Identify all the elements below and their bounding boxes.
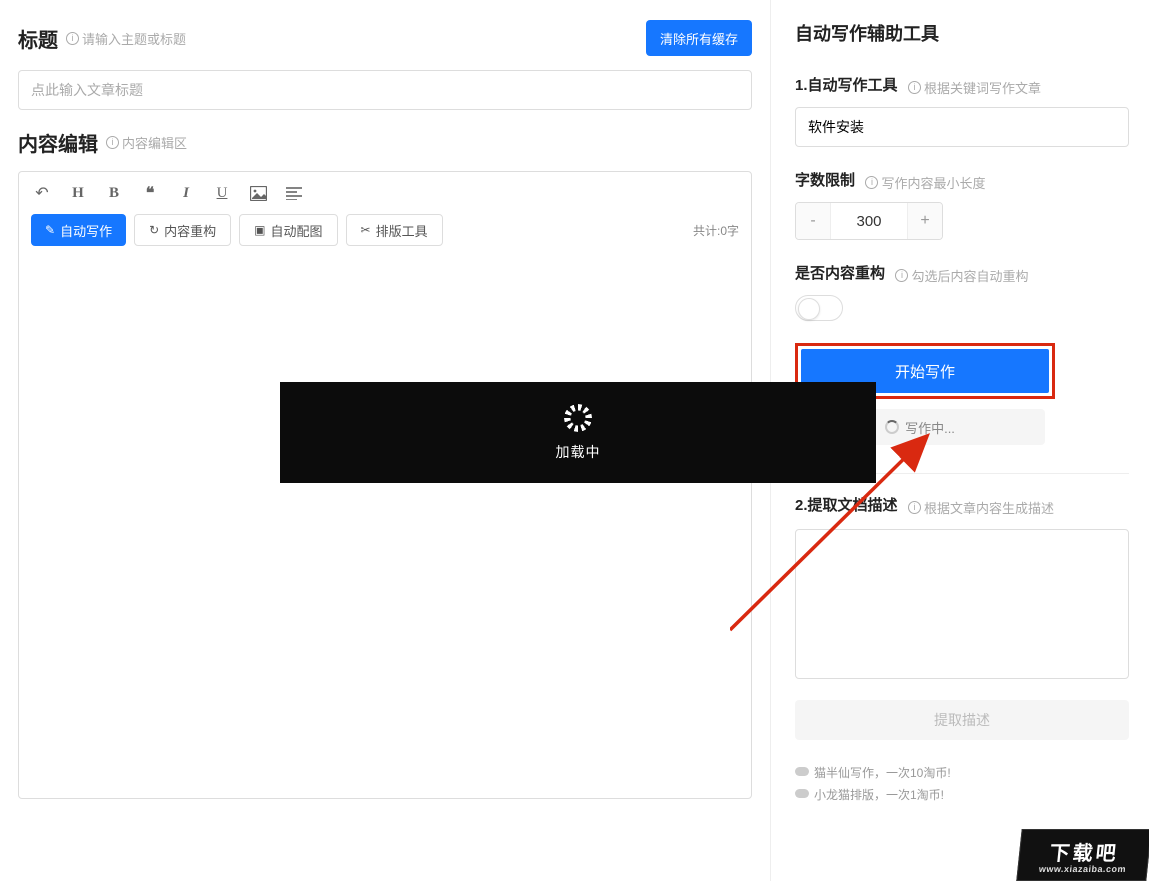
tool-icon: ✂ — [361, 223, 371, 237]
tool2-hint: i根据文章内容生成描述 — [908, 498, 1054, 517]
loading-modal: 加载中 — [280, 382, 876, 483]
content-label: 内容编辑 — [18, 128, 98, 157]
content-hint: i内容编辑区 — [106, 133, 187, 152]
auto-write-button[interactable]: ✎自动写作 — [31, 214, 126, 246]
auto-image-button[interactable]: ▣自动配图 — [239, 214, 337, 246]
rewrite-label: 是否内容重构 — [795, 265, 885, 282]
image-icon[interactable] — [247, 182, 269, 204]
stepper-minus-button[interactable]: - — [796, 203, 830, 239]
underline-icon[interactable]: U — [211, 182, 233, 204]
info-icon: i — [908, 501, 921, 514]
editor: ↶ H B ❝ I U ✎自动写作 ↻内容重构 — [18, 171, 752, 799]
layout-tool-button[interactable]: ✂排版工具 — [346, 214, 443, 246]
rewrite-hint: i勾选后内容自动重构 — [895, 266, 1028, 285]
spinner-icon — [885, 420, 899, 434]
wordlimit-hint: i写作内容最小长度 — [865, 173, 985, 192]
title-label: 标题 — [18, 24, 58, 53]
info-icon: i — [908, 81, 921, 94]
wordlimit-stepper: - + — [795, 202, 943, 240]
cloud-icon — [795, 789, 809, 798]
tool1-label: 1.自动写作工具 — [795, 77, 898, 94]
note-line: 小龙猫排版，一次1淘币! — [795, 784, 1129, 806]
clear-cache-button[interactable]: 清除所有缓存 — [646, 20, 752, 56]
word-count: 共计:0字 — [693, 222, 739, 239]
loading-text: 加载中 — [556, 442, 601, 462]
info-icon: i — [106, 136, 119, 149]
title-hint: i请输入主题或标题 — [66, 29, 186, 48]
editor-content[interactable] — [19, 258, 751, 798]
tool1-hint: i根据关键词写作文章 — [908, 78, 1041, 97]
pen-icon: ✎ — [45, 223, 55, 237]
quote-icon[interactable]: ❝ — [139, 182, 161, 204]
undo-icon[interactable]: ↶ — [31, 182, 53, 204]
picture-icon: ▣ — [254, 223, 265, 237]
loading-spinner-icon — [564, 404, 592, 432]
notes: 猫半仙写作，一次10淘币! 小龙猫排版，一次1淘币! — [795, 762, 1129, 806]
info-icon: i — [895, 269, 908, 282]
sidebar-title: 自动写作辅助工具 — [795, 20, 1129, 46]
description-textarea[interactable] — [795, 529, 1129, 679]
refresh-icon: ↻ — [149, 223, 159, 237]
info-icon: i — [66, 32, 79, 45]
title-input[interactable] — [18, 70, 752, 110]
watermark: 下载吧 www.xiazaiba.com — [1016, 829, 1149, 881]
rewrite-toggle[interactable] — [795, 295, 843, 321]
italic-icon[interactable]: I — [175, 182, 197, 204]
info-icon: i — [865, 176, 878, 189]
rewrite-button[interactable]: ↻内容重构 — [134, 214, 231, 246]
stepper-input[interactable] — [830, 203, 908, 239]
cloud-icon — [795, 767, 809, 776]
stepper-plus-button[interactable]: + — [908, 203, 942, 239]
keyword-input[interactable] — [795, 107, 1129, 147]
extract-button[interactable]: 提取描述 — [795, 700, 1129, 740]
note-line: 猫半仙写作，一次10淘币! — [795, 762, 1129, 784]
toolbar: ↶ H B ❝ I U — [19, 172, 751, 204]
tool2-label: 2.提取文档描述 — [795, 497, 898, 514]
wordlimit-label: 字数限制 — [795, 172, 855, 189]
bold-icon[interactable]: B — [103, 182, 125, 204]
align-icon[interactable] — [283, 182, 305, 204]
heading-icon[interactable]: H — [67, 182, 89, 204]
